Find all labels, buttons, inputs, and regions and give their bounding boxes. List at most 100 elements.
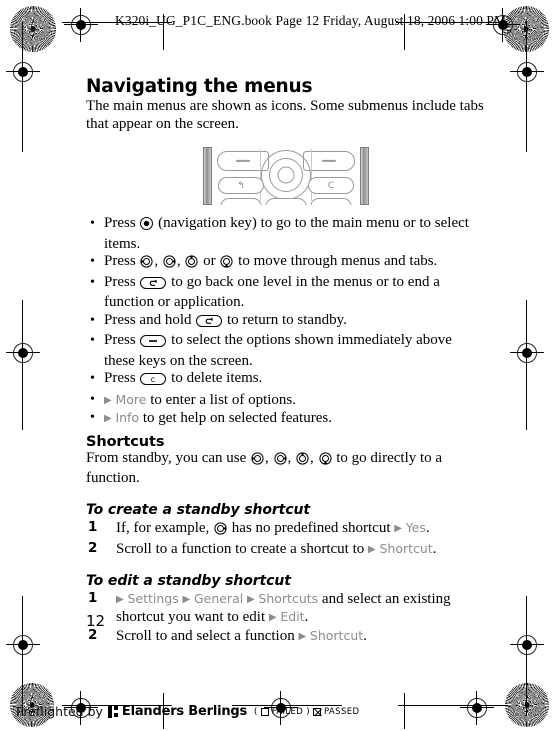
trim-rule-left-vertical-2 <box>22 300 24 430</box>
nav-right-key-icon <box>273 451 287 471</box>
preflight-failed-checkbox <box>260 707 269 716</box>
bullet-text-pre: Press <box>104 273 140 290</box>
bullet-marker: • <box>90 371 95 386</box>
menu-reference: Settings <box>127 590 179 606</box>
list-item: 2 Scroll to and select a function ▶ Shor… <box>86 627 486 646</box>
list-item: 1 If, for example, has no predefined sho… <box>86 519 486 541</box>
menu-arrow-icon: ▶ <box>368 544 376 555</box>
preflight-bar: Preflighted by Elanders Berlings ( FAILE… <box>16 704 359 719</box>
bullet-marker: • <box>90 216 95 231</box>
back-key-icon <box>196 314 223 333</box>
bullet-marker: • <box>90 333 95 348</box>
edit-shortcut-steps: 1 ▶ Settings ▶ General ▶ Shortcuts and s… <box>86 590 486 646</box>
trim-rule-right-vertical-2 <box>526 300 528 430</box>
bullet-marker: • <box>90 391 95 407</box>
nav-up-key-icon <box>296 451 309 471</box>
menu-arrow-icon: ▶ <box>268 612 277 623</box>
clear-key-icon: c <box>140 373 167 391</box>
menu-reference: Yes <box>405 519 426 535</box>
sep: , <box>265 449 273 466</box>
section-intro: The main menus are shown as icons. Some … <box>86 98 484 132</box>
bullet-text-post: to move through menus and tabs. <box>234 253 438 269</box>
nav-center-key-icon <box>140 217 154 236</box>
bullet-text-pre: Press and hold <box>104 311 196 328</box>
sep: , <box>154 253 162 269</box>
list-item: • Press c to delete items. <box>86 370 486 391</box>
keypad-surface: ↰ C <box>215 147 357 205</box>
preflight-passed-checkbox <box>312 707 321 716</box>
nav-left-key-icon <box>251 451 264 471</box>
preflight-status: ( FAILED ) PASSED <box>254 707 359 717</box>
trim-rule-right-vertical-3 <box>526 596 528 716</box>
keypad-bottom-key-left <box>220 198 262 205</box>
bullet-text-post: to delete items. <box>167 370 263 386</box>
bullet-text-post: to get help on selected features. <box>139 410 332 426</box>
menu-arrow-icon: ▶ <box>104 413 112 424</box>
menu-reference: Shortcut <box>379 541 433 556</box>
menu-reference: Edit <box>280 609 305 624</box>
menu-reference: Info <box>115 410 140 425</box>
phone-body-left-edge <box>203 147 212 205</box>
bullet-text-post: to enter a list of options. <box>146 391 297 408</box>
print-sunburst-top-left <box>10 6 56 52</box>
registration-mark-top-left <box>64 8 98 42</box>
trim-rule-left-vertical <box>22 22 24 152</box>
bullet-text-pre: Press <box>104 332 140 348</box>
bullet-marker: • <box>90 312 95 328</box>
preflight-brand: Elanders Berlings <box>121 704 248 719</box>
selection-key-icon <box>140 335 167 353</box>
bullet-marker: • <box>90 274 95 290</box>
keypad-illustration-wrap: ↰ C <box>86 147 486 205</box>
step-number: 2 <box>88 540 98 556</box>
list-item: 2 Scroll to a function to create a short… <box>86 540 486 559</box>
step-text-pre: If, for example, <box>116 519 214 536</box>
menu-reference: Shortcuts <box>258 590 319 606</box>
page-number: 12 <box>86 612 106 630</box>
bullet-text-pre: Press <box>104 370 140 386</box>
svg-text:c: c <box>151 375 155 384</box>
list-item: • Press (navigation key) to go to the ma… <box>86 215 486 253</box>
print-header-text: K320i_UG_P1C_ENG.book Page 12 Friday, Au… <box>115 13 507 28</box>
bullet-text-pre: Press <box>104 215 140 231</box>
step-text-post: . <box>425 519 430 536</box>
menu-arrow-icon: ▶ <box>298 630 307 642</box>
phone-body-right-edge <box>360 147 369 205</box>
bullet-text-post: to return to standby. <box>223 311 347 328</box>
step-text-post: . <box>363 627 367 644</box>
menu-arrow-icon: ▶ <box>104 394 112 406</box>
navigation-key-icon <box>260 149 312 201</box>
keypad-bottom-key-right <box>310 198 352 205</box>
list-item: • Press , , or to move through menus and… <box>86 253 486 274</box>
menu-arrow-icon: ▶ <box>116 593 124 605</box>
edit-shortcut-heading: To edit a standby shortcut <box>86 572 291 589</box>
menu-reference: Shortcut <box>309 627 364 643</box>
keypad-bottom-key-center <box>265 198 307 205</box>
preflight-passed-label: PASSED <box>323 706 360 717</box>
sep: , <box>310 449 318 466</box>
page-title: Navigating the menus <box>86 76 313 97</box>
trim-rule-right-vertical <box>526 22 528 152</box>
menu-arrow-icon: ▶ <box>394 522 402 534</box>
navigation-bullet-list: • Press (navigation key) to go to the ma… <box>86 215 486 428</box>
page-content: Navigating the menus The main menus are … <box>86 76 486 645</box>
registration-mark-bottom-right <box>460 691 494 725</box>
step-text-pre: Scroll to a function to create a shortcu… <box>116 541 369 557</box>
preflight-failed-label: FAILED <box>271 706 304 717</box>
back-key-icon: ↰ <box>218 177 264 194</box>
list-item: • Press to go back one level in the menu… <box>86 274 486 312</box>
nav-up-key-icon <box>185 255 199 274</box>
clear-key-icon: C <box>308 177 354 194</box>
trim-rule-right-margin-b <box>404 693 406 729</box>
shortcuts-intro-pre: From standby, you can use <box>86 449 251 466</box>
preflight-close-paren: ) <box>306 706 310 717</box>
list-item: • Press and hold to return to standby. <box>86 312 486 333</box>
menu-arrow-icon: ▶ <box>246 593 255 605</box>
sep: , <box>287 449 296 466</box>
preflight-label: Preflighted by <box>16 704 103 719</box>
step-text-post: . <box>304 609 309 625</box>
bullet-marker: • <box>90 410 95 425</box>
elanders-logo-icon <box>107 705 119 718</box>
nav-down-key-icon <box>318 451 332 471</box>
shortcuts-intro: From standby, you can use , , , to go di… <box>86 450 486 488</box>
menu-arrow-icon: ▶ <box>182 593 191 605</box>
